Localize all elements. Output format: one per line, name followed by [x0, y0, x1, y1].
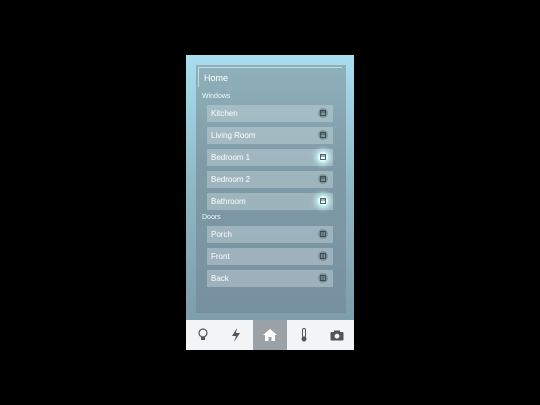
list-item-label: Living Room: [211, 131, 256, 140]
list-item-label: Back: [211, 274, 229, 283]
list-item-label: Bedroom 1: [211, 153, 251, 162]
list-item-kitchen[interactable]: Kitchen: [207, 105, 333, 122]
list-item-living-room[interactable]: Living Room: [207, 127, 333, 144]
list-item-back[interactable]: Back: [207, 270, 333, 287]
door-icon: [318, 251, 328, 261]
list-item-bedroom-1[interactable]: Bedroom 1: [207, 149, 333, 166]
list-item-label: Porch: [211, 230, 232, 239]
window-icon: [318, 108, 328, 118]
home-icon: [262, 329, 277, 341]
tab-climate[interactable]: [287, 320, 321, 350]
list-item-label: Bedroom 2: [211, 175, 251, 184]
window-icon: [318, 152, 328, 162]
page-title: Home: [198, 67, 342, 87]
section-label-doors: Doors: [202, 214, 221, 221]
list-item-label: Kitchen: [211, 109, 238, 118]
list-item-front[interactable]: Front: [207, 248, 333, 265]
camera-icon: [330, 330, 344, 340]
list-item-label: Front: [211, 252, 230, 261]
tab-home[interactable]: [253, 320, 287, 350]
list-item-porch[interactable]: Porch: [207, 226, 333, 243]
window-icon: [318, 196, 328, 206]
door-icon: [318, 273, 328, 283]
thermometer-icon: [301, 328, 307, 342]
tab-lights[interactable]: [186, 320, 220, 350]
tab-bar: [186, 320, 354, 350]
window-icon: [318, 174, 328, 184]
list-item-bathroom[interactable]: Bathroom: [207, 193, 333, 210]
main-panel: Home Windows Kitchen Living Room Bedroom…: [196, 65, 346, 313]
section-label-windows: Windows: [202, 93, 231, 100]
lightning-icon: [232, 328, 241, 342]
tab-camera[interactable]: [320, 320, 354, 350]
tab-power[interactable]: [220, 320, 254, 350]
lightbulb-icon: [198, 328, 208, 340]
window-icon: [318, 130, 328, 140]
list-item-label: Bathroom: [211, 197, 246, 206]
list-item-bedroom-2[interactable]: Bedroom 2: [207, 171, 333, 188]
door-icon: [318, 229, 328, 239]
phone-frame: Home Windows Kitchen Living Room Bedroom…: [186, 55, 354, 350]
